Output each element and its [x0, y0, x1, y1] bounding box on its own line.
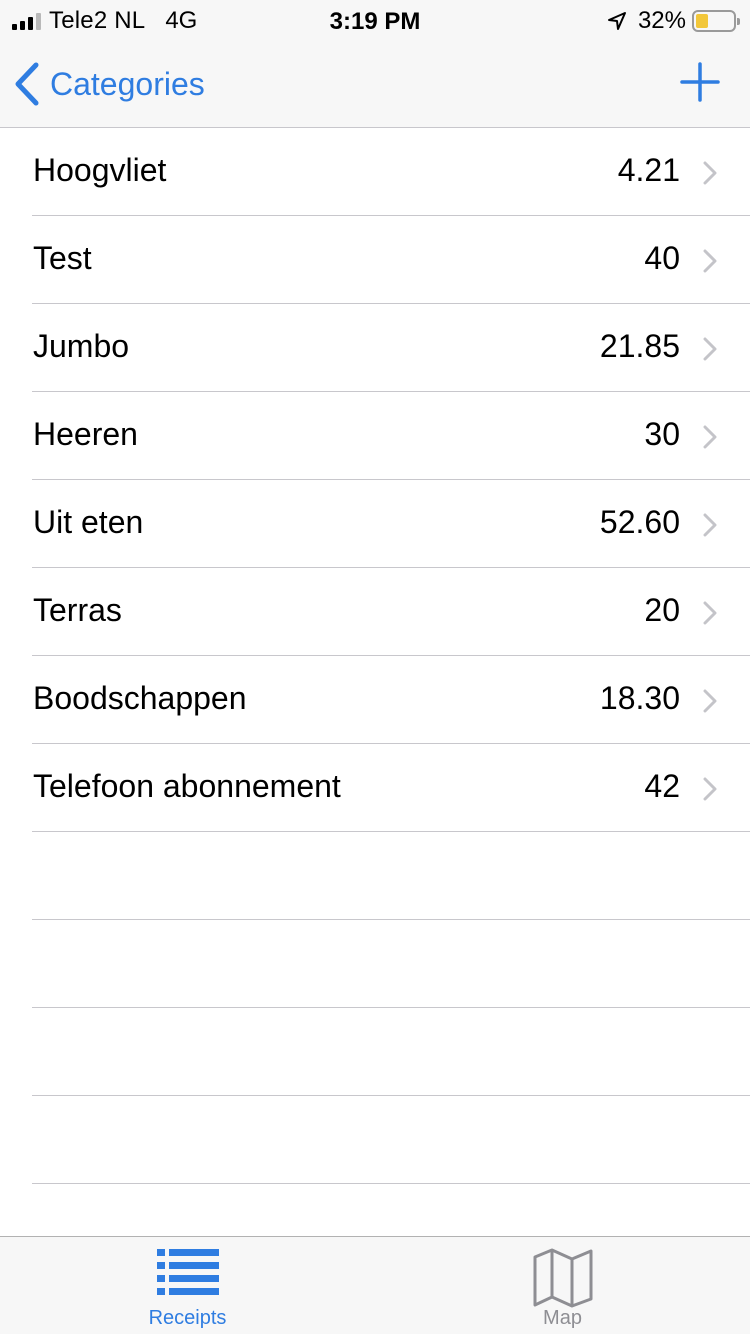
- category-name: Boodschappen: [33, 680, 247, 716]
- category-amount: 42: [644, 768, 680, 804]
- chevron-right-icon: [703, 337, 717, 361]
- category-amount: 20: [644, 592, 680, 628]
- status-bar: Tele2 NL 4G 3:19 PM 32%: [0, 0, 750, 40]
- tab-map[interactable]: Map: [375, 1237, 750, 1334]
- category-row[interactable]: Heeren 30: [0, 392, 750, 480]
- chevron-left-icon: [15, 62, 39, 106]
- category-name: Heeren: [33, 416, 138, 452]
- category-name: Hoogvliet: [33, 152, 167, 188]
- empty-row: [0, 832, 750, 920]
- tab-receipts[interactable]: Receipts: [0, 1237, 375, 1334]
- plus-icon[interactable]: [680, 62, 720, 102]
- empty-row: [0, 1008, 750, 1096]
- category-row[interactable]: Test 40: [0, 216, 750, 304]
- navigation-bar: Categories: [0, 40, 750, 128]
- chevron-right-icon: [703, 161, 717, 185]
- category-amount: 40: [644, 240, 680, 276]
- empty-row: [0, 1096, 750, 1184]
- category-row[interactable]: Hoogvliet 4.21: [0, 128, 750, 216]
- map-icon: [533, 1248, 592, 1308]
- category-amount: 21.85: [599, 328, 680, 364]
- category-name: Test: [33, 240, 92, 276]
- category-amount: 4.21: [617, 152, 680, 188]
- category-amount: 18.30: [599, 680, 680, 716]
- chevron-right-icon: [703, 513, 717, 537]
- category-name: Uit eten: [33, 504, 144, 540]
- category-row[interactable]: Telefoon abonnement 42: [0, 744, 750, 832]
- tab-receipts-label: Receipts: [148, 1307, 227, 1329]
- status-right: 32%: [606, 7, 740, 35]
- tab-map-label: Map: [543, 1307, 582, 1329]
- battery-percentage: 32%: [637, 7, 686, 34]
- category-name: Telefoon abonnement: [33, 768, 341, 804]
- category-amount: 52.60: [599, 504, 680, 540]
- chevron-right-icon: [703, 425, 717, 449]
- category-name: Jumbo: [33, 328, 130, 364]
- chevron-right-icon: [703, 777, 717, 801]
- chevron-right-icon: [703, 689, 717, 713]
- category-name: Terras: [33, 592, 122, 628]
- chevron-right-icon: [703, 601, 717, 625]
- battery-icon: [692, 10, 740, 32]
- category-amount: 30: [644, 416, 680, 452]
- back-button-label: Categories: [50, 65, 205, 102]
- empty-row: [0, 920, 750, 1008]
- back-button[interactable]: Categories: [14, 60, 205, 108]
- location-arrow-icon: [607, 12, 626, 30]
- tab-bar: Receipts Map: [0, 1236, 750, 1334]
- category-list: Hoogvliet 4.21 Test 40 Jumbo 21.85 Heeren 30 Uit…: [0, 128, 750, 1184]
- category-row[interactable]: Terras 20: [0, 568, 750, 656]
- battery-level-fill: [696, 14, 708, 28]
- category-row[interactable]: Boodschappen 18.30: [0, 656, 750, 744]
- category-row[interactable]: Jumbo 21.85: [0, 304, 750, 392]
- chevron-right-icon: [703, 249, 717, 273]
- list-icon: [156, 1249, 219, 1295]
- category-row[interactable]: Uit eten 52.60: [0, 480, 750, 568]
